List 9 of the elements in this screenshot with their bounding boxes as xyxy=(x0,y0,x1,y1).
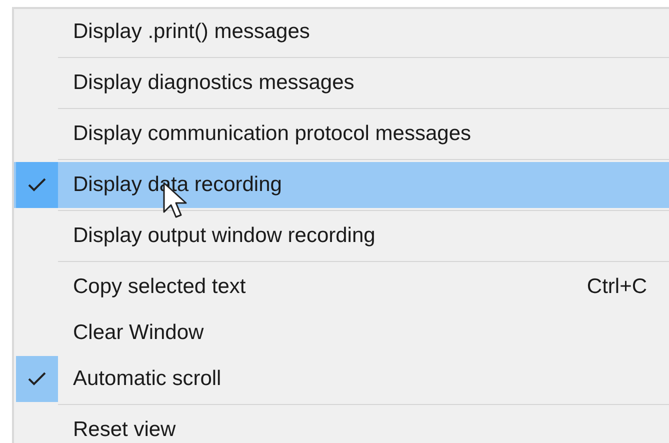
shortcut-text: Ctrl+C xyxy=(586,275,647,299)
menu-item[interactable]: Display .print() messages xyxy=(14,9,669,55)
menu-item[interactable]: Automatic scroll xyxy=(14,356,669,402)
menu-item[interactable]: Display diagnostics messages xyxy=(14,60,669,106)
menu-item[interactable]: Clear Window xyxy=(14,310,669,356)
menu-item[interactable]: Display output window recording xyxy=(14,213,669,259)
menu-item[interactable]: Display communication protocol messages xyxy=(14,111,669,157)
menu-item[interactable]: Reset view xyxy=(14,407,669,443)
menu-item[interactable]: Copy selected text Ctrl+C xyxy=(14,264,669,310)
